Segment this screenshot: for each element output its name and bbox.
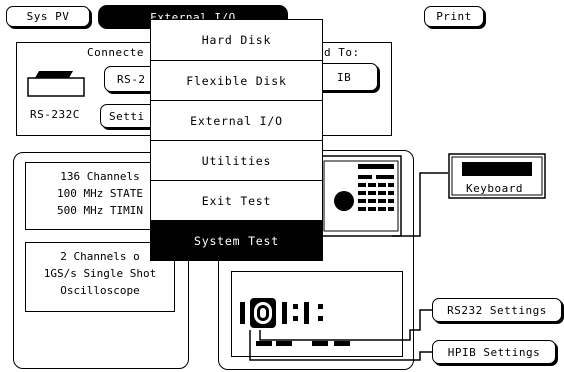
menu-item-utilities[interactable]: Utilities — [151, 140, 322, 181]
external-io-dropdown-menu: Hard Disk Flexible Disk External I/O Uti… — [150, 19, 323, 261]
menu-item-external-io[interactable]: External I/O — [151, 100, 322, 141]
keyboard-label: Keyboard — [466, 182, 523, 195]
menu-item-exit-test[interactable]: Exit Test — [151, 180, 322, 221]
rs232-settings-button[interactable]: RS232 Settings — [432, 298, 562, 322]
menu-item-flexible-disk[interactable]: Flexible Disk — [151, 60, 322, 101]
hpib-settings-button[interactable]: HPIB Settings — [432, 340, 556, 364]
menu-item-hard-disk[interactable]: Hard Disk — [151, 20, 322, 60]
menu-item-system-test[interactable]: System Test — [151, 220, 322, 261]
